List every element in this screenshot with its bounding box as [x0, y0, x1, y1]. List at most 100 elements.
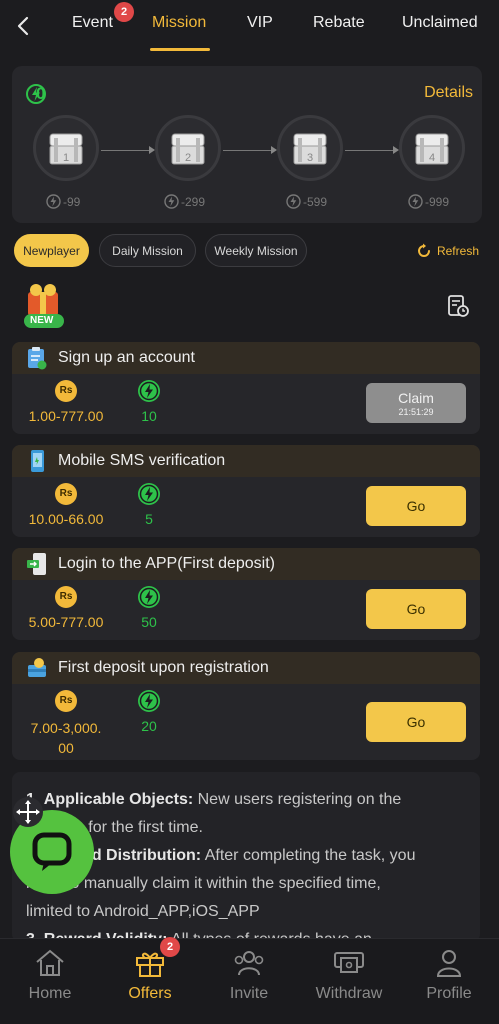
- go-button[interactable]: Go: [366, 486, 466, 526]
- claim-countdown: 21:51:29: [398, 406, 434, 417]
- go-button-label: Go: [406, 498, 426, 514]
- progress-connector: [101, 150, 149, 151]
- chest-cost-value: -99: [63, 194, 81, 209]
- nav-invite[interactable]: Invite: [204, 947, 294, 1003]
- tab-vip[interactable]: VIP: [247, 14, 273, 32]
- top-navigation: Event 2 Mission VIP Rebate Unclaimed: [0, 0, 499, 52]
- mission-card: Login to the APP(First deposit) Rs 5.00-…: [12, 548, 480, 640]
- tab-event[interactable]: Event: [72, 14, 113, 32]
- details-link[interactable]: Details: [424, 84, 473, 102]
- bottom-navigation: Home Offers 2 Invite Withdraw Profile: [0, 937, 499, 1024]
- chest-number: 3: [306, 152, 314, 164]
- deposit-icon: [28, 658, 46, 677]
- nav-profile[interactable]: Profile: [404, 947, 494, 1003]
- event-badge: 2: [114, 2, 134, 22]
- chest-cost-value: -999: [425, 194, 450, 209]
- rule-2-cont: limited to Android_APP,iOS_APP: [26, 903, 260, 920]
- energy-bolt-icon: [138, 586, 160, 608]
- mission-title: Mobile SMS verification: [58, 452, 226, 469]
- new-gift-icon: NEW: [20, 282, 70, 330]
- go-button-label: Go: [406, 601, 426, 617]
- mission-energy: 20: [141, 718, 157, 734]
- energy-bolt-icon: [138, 690, 160, 712]
- chest-number: 2: [184, 152, 192, 164]
- app-login-icon: [27, 553, 46, 575]
- go-button[interactable]: Go: [366, 589, 466, 629]
- treasure-chest-icon: [293, 133, 327, 165]
- energy-bolt-icon: [138, 483, 160, 505]
- claim-button[interactable]: Claim 21:51:29: [366, 383, 466, 423]
- mission-reward-line: 7.00-3,000.: [30, 720, 102, 736]
- chest-cost: -99: [46, 194, 80, 209]
- mission-reward: 10.00-66.00: [28, 511, 104, 527]
- mission-title: Sign up an account: [58, 349, 195, 366]
- home-icon: [36, 949, 64, 976]
- live-chat-button[interactable]: [10, 790, 96, 894]
- treasure-chest-icon: [415, 133, 449, 165]
- tab-rebate[interactable]: Rebate: [313, 14, 365, 32]
- chest-1[interactable]: 1: [33, 115, 99, 181]
- chip-newplayer[interactable]: Newplayer: [14, 234, 89, 267]
- rule-text: After completing the task, you: [201, 847, 416, 864]
- energy-bolt-icon: [164, 194, 179, 209]
- chip-daily-mission[interactable]: Daily Mission: [99, 234, 196, 267]
- mission-header: Login to the APP(First deposit): [12, 548, 480, 580]
- tab-unclaimed[interactable]: Unclaimed: [402, 14, 478, 32]
- withdraw-icon: [334, 952, 364, 973]
- drag-move-icon[interactable]: [12, 796, 44, 828]
- chest-number: 1: [62, 152, 70, 164]
- refresh-icon: [418, 243, 430, 257]
- chat-bubble-icon: [32, 832, 72, 871]
- mission-energy: 5: [145, 511, 153, 527]
- tab-mission[interactable]: Mission: [152, 14, 206, 32]
- chest-4[interactable]: 4: [399, 115, 465, 181]
- nav-label: Offers: [128, 985, 172, 1002]
- mission-title: Login to the APP(First deposit): [58, 555, 275, 572]
- mission-header: First deposit upon registration: [12, 652, 480, 684]
- active-tab-indicator: [150, 48, 210, 51]
- treasure-chest-icon: [49, 133, 83, 165]
- chest-2[interactable]: 2: [155, 115, 221, 181]
- invite-people-icon: [234, 951, 264, 976]
- nav-label: Invite: [229, 985, 269, 1002]
- mission-reward-line: 00: [58, 740, 74, 756]
- mission-card: Sign up an account Rs 1.00-777.00 10 Cla…: [12, 342, 480, 434]
- energy-bolt-icon: [46, 194, 61, 209]
- nav-label: Withdraw: [315, 985, 383, 1002]
- nav-offers[interactable]: Offers: [105, 947, 195, 1003]
- rule-text: New users registering on the: [193, 791, 402, 808]
- refresh-button[interactable]: Refresh: [415, 242, 479, 260]
- nav-home[interactable]: Home: [5, 947, 95, 1003]
- chip-weekly-mission[interactable]: Weekly Mission: [205, 234, 307, 267]
- energy-bolt-icon: [138, 380, 160, 402]
- chest-number: 4: [428, 152, 436, 164]
- chest-cost-value: -599: [303, 194, 328, 209]
- back-arrow-icon[interactable]: [12, 13, 38, 39]
- chest-3[interactable]: 3: [277, 115, 343, 181]
- rupee-coin-icon: Rs: [55, 380, 77, 402]
- energy-bolt-icon: [408, 194, 423, 209]
- mission-reward: 7.00-3,000. 00: [16, 718, 116, 758]
- mission-title: First deposit upon registration: [58, 659, 269, 676]
- clipboard-icon: [28, 347, 47, 370]
- new-label: NEW: [30, 315, 54, 326]
- mission-reward: 1.00-777.00: [28, 408, 104, 424]
- rupee-coin-icon: Rs: [55, 586, 77, 608]
- mission-header: Mobile SMS verification: [12, 445, 480, 477]
- chest-cost: -299: [164, 194, 205, 209]
- nav-withdraw[interactable]: Withdraw: [304, 947, 394, 1003]
- profile-icon: [436, 950, 462, 977]
- offers-badge: 2: [160, 937, 180, 957]
- mobile-phone-icon: [31, 450, 44, 472]
- go-button[interactable]: Go: [366, 702, 466, 742]
- chest-cost-value: -299: [181, 194, 206, 209]
- nav-label: Profile: [426, 985, 472, 1002]
- refresh-label: Refresh: [436, 244, 479, 258]
- mission-energy: 50: [141, 614, 157, 630]
- mission-reward: 5.00-777.00: [28, 614, 104, 630]
- energy-bolt-icon: [286, 194, 301, 209]
- progress-connector: [223, 150, 271, 151]
- history-icon[interactable]: [446, 294, 470, 323]
- nav-label: Home: [28, 985, 72, 1002]
- chest-cost: -599: [286, 194, 327, 209]
